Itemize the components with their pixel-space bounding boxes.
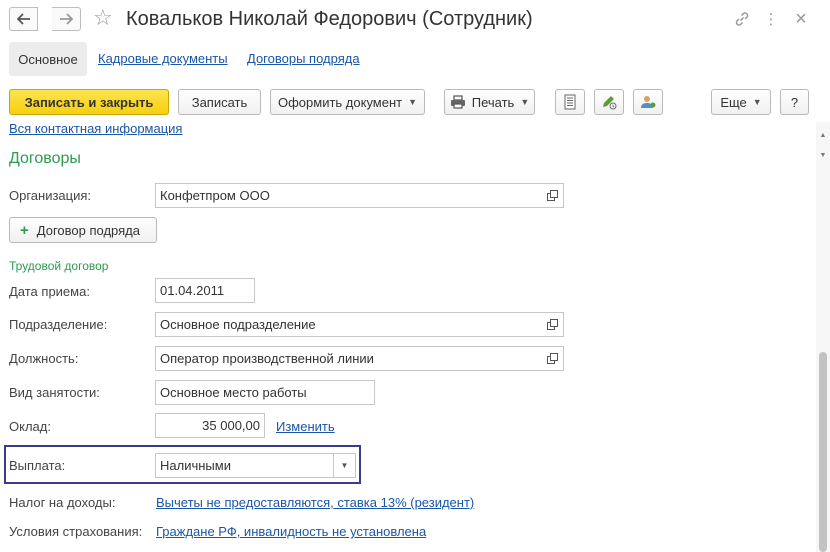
department-label: Подразделение:	[9, 317, 108, 332]
link-icon[interactable]	[731, 8, 753, 30]
more-label: Еще	[720, 94, 747, 110]
help-button[interactable]: ?	[780, 89, 809, 115]
back-button[interactable]	[9, 7, 38, 31]
window-title: Ковальков Николай Федорович (Сотрудник)	[126, 8, 533, 30]
edit-signature-button[interactable]	[594, 89, 624, 115]
chevron-down-icon: ▼	[520, 97, 530, 107]
hire-date-field[interactable]: 01.04.2011	[155, 278, 255, 303]
organization-label: Организация:	[9, 188, 92, 203]
salary-label: Оклад:	[9, 419, 51, 434]
chevron-down-icon: ▼	[408, 97, 418, 107]
position-label: Должность:	[9, 351, 79, 366]
position-value: Оператор производственной линии	[160, 351, 374, 366]
tab-contracts[interactable]: Договоры подряда	[247, 51, 360, 66]
chevron-down-icon: ▼	[752, 97, 762, 107]
insurance-link[interactable]: Граждане РФ, инвалидность не установлена	[156, 524, 426, 539]
section-title-contracts: Договоры	[9, 150, 81, 167]
department-value: Основное подразделение	[160, 317, 316, 332]
user-access-button[interactable]	[633, 89, 663, 115]
scroll-down-icon[interactable]: ▼	[818, 150, 828, 160]
close-icon[interactable]: ×	[790, 8, 812, 30]
save-button[interactable]: Записать	[178, 89, 261, 115]
scrollbar-thumb[interactable]	[819, 352, 827, 552]
make-document-button[interactable]: Оформить документ ▼	[270, 89, 425, 115]
favorite-star-icon[interactable]: ☆	[93, 5, 113, 31]
open-icon[interactable]	[541, 347, 563, 370]
salary-field[interactable]: 35 000,00	[155, 413, 265, 438]
open-icon[interactable]	[541, 313, 563, 336]
documents-icon	[564, 94, 576, 110]
plus-icon: +	[20, 221, 29, 239]
employment-type-label: Вид занятости:	[9, 385, 100, 400]
payment-select[interactable]: Наличными ▼	[155, 453, 356, 478]
employment-type-field[interactable]: Основное место работы	[155, 380, 375, 405]
insurance-label: Условия страхования:	[9, 524, 143, 539]
position-field[interactable]: Оператор производственной линии	[155, 346, 564, 371]
hire-date-label: Дата приема:	[9, 284, 90, 299]
all-contact-info-link[interactable]: Вся контактная информация	[9, 121, 182, 136]
more-vertical-icon[interactable]: ⋮	[760, 8, 782, 30]
department-field[interactable]: Основное подразделение	[155, 312, 564, 337]
arrow-left-icon	[16, 13, 30, 25]
print-button[interactable]: Печать ▼	[444, 89, 535, 115]
salary-value: 35 000,00	[202, 418, 260, 433]
documents-button[interactable]	[555, 89, 585, 115]
employment-type-value: Основное место работы	[160, 385, 307, 400]
print-label: Печать	[471, 94, 515, 110]
chevron-down-icon[interactable]: ▼	[333, 454, 355, 477]
scroll-up-icon[interactable]: ▲	[818, 130, 828, 140]
tab-main[interactable]: Основное	[9, 42, 87, 76]
printer-icon	[450, 95, 465, 109]
payment-value: Наличными	[160, 458, 231, 473]
add-contract-button[interactable]: + Договор подряда	[9, 217, 157, 243]
edit-signature-icon	[603, 96, 617, 110]
organization-field[interactable]: Конфетпром ООО	[155, 183, 564, 208]
payment-label: Выплата:	[9, 458, 66, 473]
arrow-right-icon	[60, 13, 73, 25]
hire-date-value: 01.04.2011	[160, 283, 225, 298]
income-tax-label: Налог на доходы:	[9, 495, 116, 510]
subsection-title-employment-contract: Трудовой договор	[9, 259, 109, 273]
income-tax-link[interactable]: Вычеты не предоставляются, ставка 13% (р…	[156, 495, 474, 510]
forward-button[interactable]	[52, 7, 81, 31]
user-access-icon	[641, 96, 656, 108]
salary-change-link[interactable]: Изменить	[276, 419, 335, 434]
open-icon[interactable]	[541, 184, 563, 207]
save-and-close-button[interactable]: Записать и закрыть	[9, 89, 169, 115]
more-button[interactable]: Еще ▼	[711, 89, 771, 115]
add-contract-label: Договор подряда	[36, 222, 140, 238]
make-document-label: Оформить документ	[277, 94, 403, 110]
tab-hr-documents[interactable]: Кадровые документы	[98, 51, 228, 66]
organization-value: Конфетпром ООО	[160, 188, 270, 203]
